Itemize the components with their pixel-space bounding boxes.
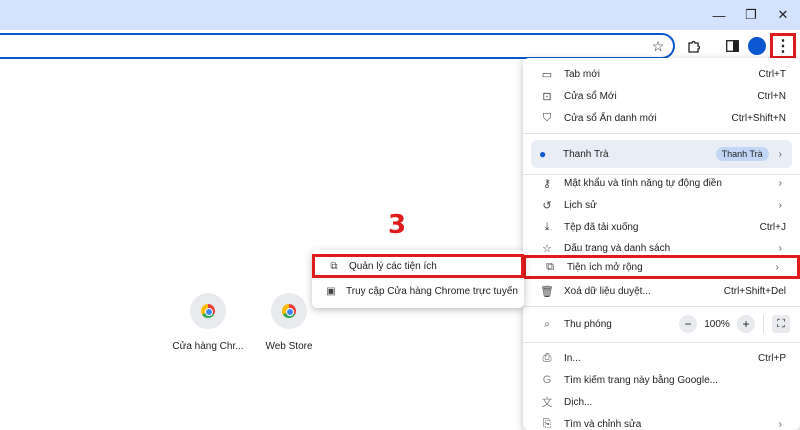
shortcut-label: Cửa hàng Chr... [172, 341, 244, 352]
menu-item-history[interactable]: ↺ Lịch sử › [523, 194, 800, 216]
side-panel-icon [725, 40, 739, 52]
shortcut-label: Web Store [265, 341, 313, 352]
zoom-divider [763, 315, 764, 333]
puzzle-icon: ⧉ [330, 260, 338, 272]
menu-divider [523, 306, 800, 307]
close-icon: ✕ [777, 7, 789, 22]
print-icon: ⎙ [542, 351, 552, 364]
zoom-in-button[interactable]: + [737, 315, 755, 333]
profile-avatar[interactable] [748, 37, 766, 55]
menu-item-translate[interactable]: 文 Dịch... [523, 391, 800, 413]
zoom-out-button[interactable]: − [679, 315, 697, 333]
minimize-icon: — [712, 7, 726, 23]
annotation-3: 3 [388, 210, 407, 240]
extensions-button[interactable] [683, 35, 705, 57]
chrome-menu-button[interactable]: ⋮ [770, 33, 796, 59]
minimize-button[interactable]: — [708, 4, 730, 26]
chevron-right-icon: › [778, 199, 782, 211]
menu-item-clear-data[interactable]: 🗑 Xoá dữ liệu duyệt... Ctrl+Shift+Del [523, 280, 800, 302]
menu-item-incognito[interactable]: ⛉ Cửa sổ Ẩn danh mới Ctrl+Shift+N [523, 107, 800, 129]
menu-item-google-search[interactable]: G Tìm kiếm trang này bằng Google... [523, 369, 800, 391]
history-icon: ↺ [542, 199, 552, 212]
menu-divider [523, 133, 800, 134]
chrome-menu: ▭ Tab mới Ctrl+T ⊡ Cửa sổ Mới Ctrl+N ⛉ C… [523, 58, 800, 430]
chrome-logo-icon [201, 304, 215, 318]
google-icon: G [542, 374, 552, 386]
menu-divider [523, 342, 800, 343]
person-icon: ● [539, 147, 547, 161]
star-icon: ☆ [542, 242, 552, 255]
zoom-icon: ⌕ [544, 318, 550, 330]
chrome-logo-icon [282, 304, 296, 318]
new-tab-icon: ▭ [541, 68, 553, 81]
puzzle-icon: ⧉ [546, 260, 554, 273]
download-icon: ⤓ [544, 220, 550, 233]
store-icon: ▣ [326, 285, 336, 297]
fullscreen-button[interactable]: ⛶ [772, 315, 790, 333]
more-vert-icon: ⋮ [775, 38, 791, 55]
menu-item-extensions[interactable]: ⧉ Tiện ích mở rộng › [523, 255, 800, 279]
chevron-right-icon: › [778, 177, 782, 189]
menu-profile-row[interactable]: ● Thanh Trà Thanh Trà › [531, 140, 792, 168]
menu-item-find-edit[interactable]: ⎘ Tìm và chỉnh sửa › [523, 413, 800, 430]
submenu-item-web-store[interactable]: ▣ Truy cập Cửa hàng Chrome trực tuyến [312, 280, 524, 302]
title-bar [0, 0, 800, 30]
chevron-right-icon: › [778, 148, 782, 160]
puzzle-icon [688, 40, 701, 53]
new-window-icon: ⊡ [542, 90, 552, 103]
translate-icon: 文 [541, 397, 553, 409]
menu-item-downloads[interactable]: ⤓ Tệp đã tải xuống Ctrl+J [523, 216, 800, 238]
chevron-right-icon: › [778, 242, 782, 254]
restore-button[interactable]: ❐ [740, 4, 762, 26]
menu-item-print[interactable]: ⎙ In... Ctrl+P [523, 347, 800, 369]
address-bar[interactable] [0, 33, 675, 59]
restore-icon: ❐ [745, 7, 757, 22]
side-panel-button[interactable] [721, 35, 743, 57]
zoom-value: 100% [704, 318, 730, 330]
chevron-right-icon: › [775, 261, 779, 273]
star-icon: ☆ [651, 37, 665, 54]
menu-item-new-tab[interactable]: ▭ Tab mới Ctrl+T [523, 63, 800, 85]
profile-chip: Thanh Trà [715, 147, 769, 161]
find-edit-icon: ⎘ [542, 417, 552, 430]
close-button[interactable]: ✕ [772, 4, 794, 26]
incognito-icon: ⛉ [542, 111, 552, 124]
menu-item-passwords[interactable]: ⚷ Mật khẩu và tính năng tự động điền › [523, 172, 800, 194]
menu-zoom-row: ⌕ Thu phóng − 100% + ⛶ [523, 313, 800, 335]
bookmark-star-button[interactable]: ☆ [647, 35, 669, 57]
submenu-item-manage-extensions[interactable]: ⧉ Quản lý các tiện ích [312, 254, 524, 278]
menu-item-new-window[interactable]: ⊡ Cửa sổ Mới Ctrl+N [523, 85, 800, 107]
extensions-submenu: ⧉ Quản lý các tiện ích ▣ Truy cập Cửa hà… [312, 250, 524, 308]
key-icon: ⚷ [542, 177, 552, 190]
chevron-right-icon: › [778, 418, 782, 430]
fullscreen-icon: ⛶ [777, 317, 785, 330]
trash-icon: 🗑 [540, 285, 554, 298]
shortcut-chrome-store[interactable]: Cửa hàng Chr... [163, 293, 253, 352]
